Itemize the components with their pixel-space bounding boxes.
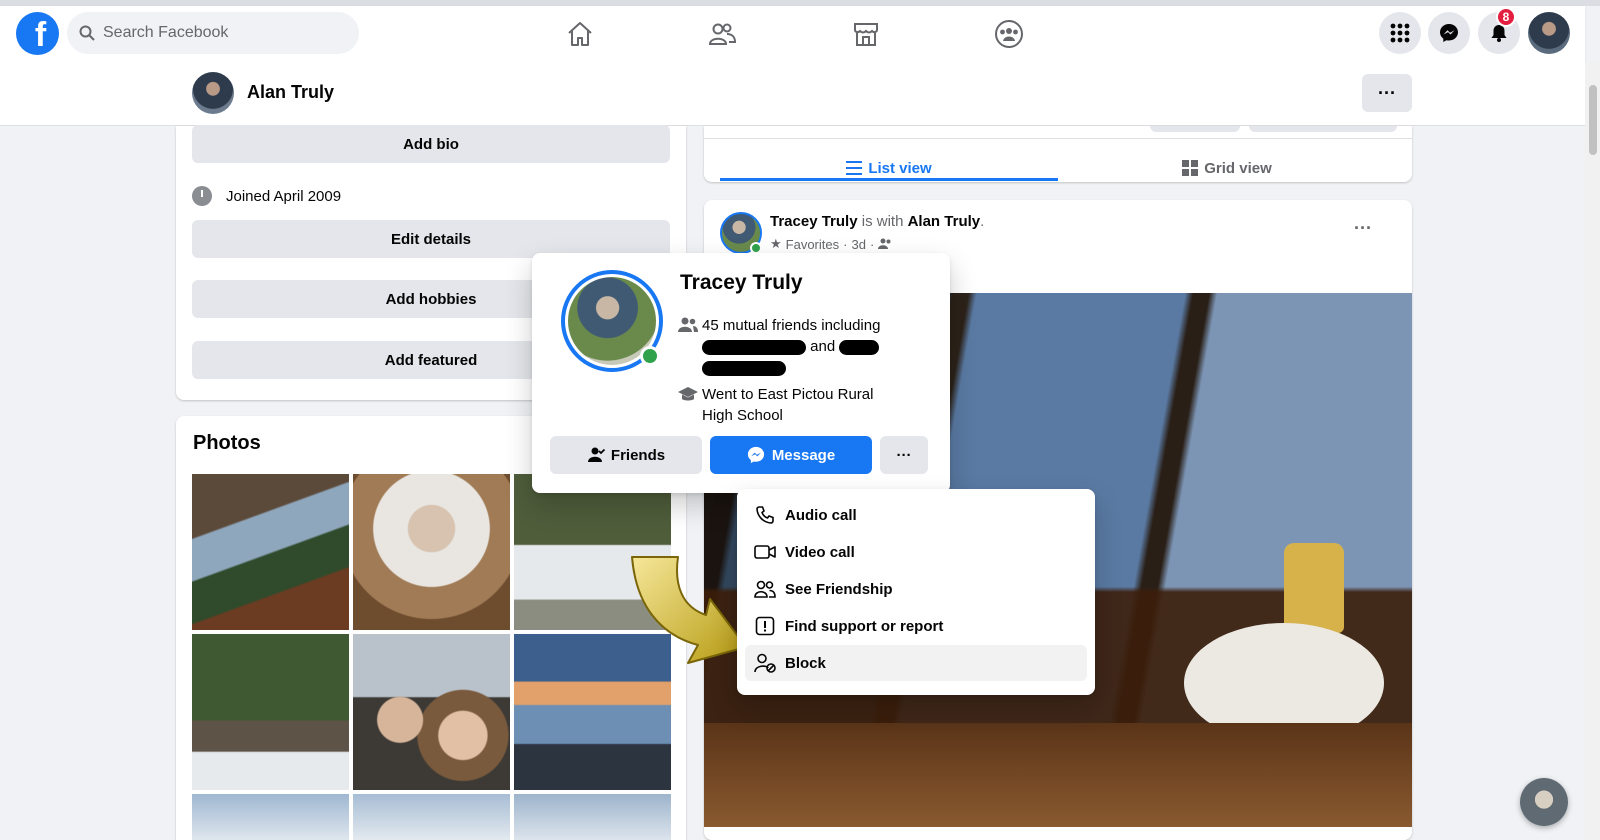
- photo-thumbnail[interactable]: [192, 794, 349, 840]
- menu-item-video-call[interactable]: Video call: [745, 534, 1087, 570]
- pointer-arrow-icon: [631, 556, 747, 664]
- photo-thumbnail[interactable]: [192, 634, 349, 790]
- message-button[interactable]: Message: [710, 436, 872, 474]
- block-user-icon: [745, 653, 785, 673]
- redacted-name: [839, 339, 880, 355]
- post-more-button[interactable]: ···: [1354, 218, 1372, 239]
- phone-icon: [745, 505, 785, 525]
- menu-grid-button[interactable]: [1379, 12, 1421, 54]
- floor-shape: [704, 723, 1412, 827]
- message-button-label: Message: [771, 446, 836, 464]
- and-text: and: [810, 338, 836, 355]
- meta-separator: ·: [869, 236, 875, 252]
- posts-view-tabs: List view Grid view: [704, 126, 1412, 182]
- post-tagged-user[interactable]: Alan Truly: [908, 213, 981, 230]
- messenger-icon: [1440, 24, 1458, 42]
- report-icon: [745, 616, 785, 636]
- friends-button[interactable]: Friends: [550, 436, 702, 474]
- post-meta: ★ Favorites · 3d ·: [770, 236, 892, 252]
- post-time[interactable]: 3d: [851, 237, 865, 252]
- menu-item-label: Video call: [785, 543, 855, 561]
- clock-icon: [192, 186, 212, 206]
- menu-item-label: See Friendship: [785, 580, 893, 598]
- photo-thumbnail[interactable]: [192, 474, 349, 630]
- profile-more-button[interactable]: ···: [1362, 74, 1412, 112]
- menu-item-label: Audio call: [785, 506, 857, 524]
- mutual-friends-label: 45 mutual friends including: [702, 317, 881, 334]
- messenger-icon: [747, 446, 764, 464]
- post-author[interactable]: Tracey Truly: [770, 213, 858, 230]
- friends-nav-icon[interactable]: [702, 14, 742, 54]
- menu-item-label: Block: [785, 654, 826, 672]
- mutual-friends-icon: [674, 315, 702, 378]
- menu-item-block[interactable]: Block: [745, 645, 1087, 681]
- messenger-button[interactable]: [1428, 12, 1470, 54]
- star-icon: ★: [770, 236, 782, 251]
- redacted-name: [702, 360, 786, 376]
- post-audience[interactable]: Favorites: [786, 237, 839, 252]
- account-avatar[interactable]: [1528, 12, 1570, 54]
- mutual-friends-row: 45 mutual friends including and: [674, 315, 924, 378]
- menu-item-find-support[interactable]: Find support or report: [745, 608, 1087, 644]
- tabs-divider: [704, 138, 1412, 139]
- notification-badge: 8: [1496, 7, 1516, 27]
- joined-text: Joined April 2009: [226, 187, 342, 205]
- search-icon: [79, 25, 95, 41]
- tab-grid-view-label: Grid view: [1204, 159, 1272, 177]
- friends-icon: [745, 580, 785, 598]
- top-navigation-bar: f 8: [0, 6, 1585, 62]
- grid-icon: [1390, 23, 1410, 43]
- photo-thumbnail[interactable]: [353, 474, 510, 630]
- profile-avatar[interactable]: [192, 72, 234, 114]
- search-input[interactable]: [103, 24, 333, 42]
- tab-grid-view[interactable]: Grid view: [1058, 150, 1396, 186]
- education-text: Went to East Pictou Rural High School: [702, 386, 874, 424]
- menu-item-see-friendship[interactable]: See Friendship: [745, 571, 1087, 607]
- scrollbar-thumb[interactable]: [1589, 85, 1597, 155]
- home-nav-icon[interactable]: [560, 14, 600, 54]
- groups-nav-icon[interactable]: [989, 14, 1029, 54]
- active-tab-indicator: [720, 178, 1058, 181]
- post-header: Tracey Truly is with Alan Truly.: [770, 213, 984, 230]
- search-box[interactable]: [67, 12, 359, 54]
- meta-separator: ·: [843, 236, 848, 252]
- filter-button-edge[interactable]: [1150, 126, 1240, 132]
- photo-thumbnail[interactable]: [514, 794, 671, 840]
- menu-item-label: Find support or report: [785, 617, 944, 635]
- photos-title[interactable]: Photos: [193, 432, 261, 455]
- graduation-cap-icon: [674, 384, 702, 426]
- photo-thumbnail[interactable]: [353, 794, 510, 840]
- more-options-menu: Audio call Video call See Friendship Fin…: [737, 489, 1095, 695]
- add-bio-button[interactable]: Add bio: [192, 125, 670, 163]
- video-icon: [745, 544, 785, 560]
- chat-head-avatar[interactable]: [1520, 778, 1568, 826]
- manage-posts-button-edge[interactable]: [1249, 126, 1397, 132]
- marketplace-nav-icon[interactable]: [846, 14, 886, 54]
- facebook-logo[interactable]: f: [16, 12, 59, 55]
- online-indicator: [640, 346, 660, 366]
- jar-shape: [1284, 543, 1344, 633]
- hovercard-name[interactable]: Tracey Truly: [680, 271, 803, 295]
- photo-thumbnail[interactable]: [353, 634, 510, 790]
- post-with-text: is with: [861, 213, 904, 230]
- list-icon: [846, 161, 863, 175]
- logo-letter: f: [34, 16, 47, 54]
- tab-list-view-label: List view: [868, 159, 932, 177]
- profile-hovercard: Tracey Truly 45 mutual friends including…: [532, 253, 950, 493]
- friends-audience-icon: [878, 238, 891, 249]
- education-row: Went to East Pictou Rural High School: [674, 384, 904, 426]
- grid-view-icon: [1182, 160, 1199, 176]
- friend-check-icon: [587, 447, 605, 462]
- menu-item-audio-call[interactable]: Audio call: [745, 497, 1087, 533]
- profile-name[interactable]: Alan Truly: [247, 82, 334, 103]
- mutual-friends-text: 45 mutual friends including and: [702, 315, 880, 378]
- hovercard-more-button[interactable]: ···: [880, 436, 928, 474]
- friends-button-label: Friends: [610, 446, 666, 464]
- redacted-name: [702, 339, 806, 355]
- scrollbar-track[interactable]: [1585, 62, 1600, 840]
- profile-sticky-bar: Alan Truly ···: [0, 62, 1585, 126]
- joined-info: Joined April 2009: [192, 186, 341, 206]
- post-period: .: [980, 213, 985, 230]
